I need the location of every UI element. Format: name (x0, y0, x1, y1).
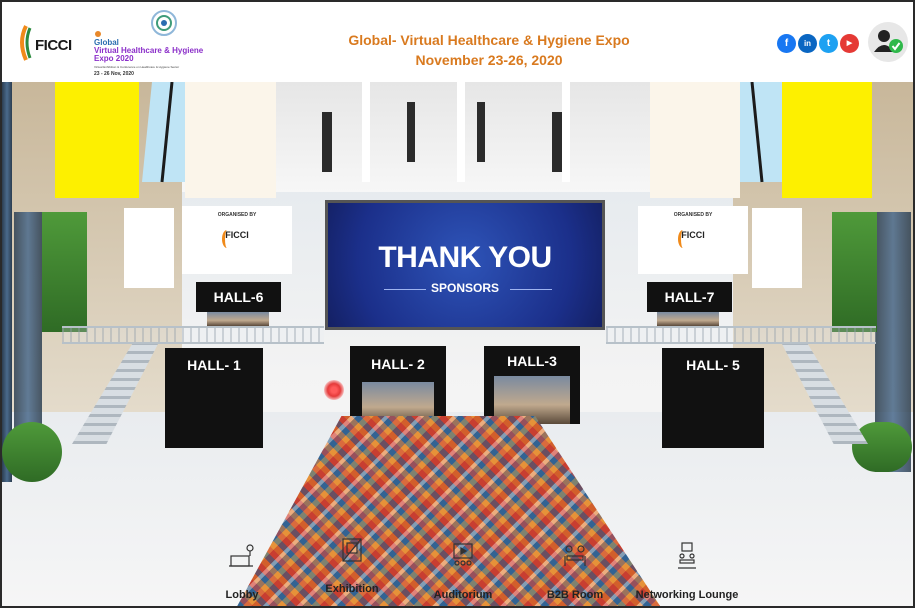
organiser-name: FICCI (681, 230, 705, 240)
app-frame: FICCI Global Virtual Healthcare & Hygien… (0, 0, 915, 608)
left-plant (42, 212, 87, 332)
linkedin-icon[interactable]: in (798, 34, 817, 53)
screen-divider-right (510, 289, 552, 290)
organised-by-board-left[interactable]: ORGANISED BY FICCI (182, 206, 292, 274)
right-yellow-banner[interactable] (782, 82, 872, 198)
networking-lounge-icon (678, 542, 696, 569)
nav-b2b-room-label: B2B Room (546, 589, 604, 601)
right-small-banner[interactable] (752, 208, 802, 288)
hall-3-label: HALL-3 (507, 353, 557, 369)
right-cream-banner[interactable] (650, 82, 740, 198)
ficci-logo-text: FICCI (35, 37, 72, 54)
left-planter (2, 422, 62, 482)
hall-6-label: HALL-6 (213, 289, 264, 305)
expo-logo-emblem (95, 10, 177, 37)
nav-lobby[interactable]: Lobby (182, 542, 302, 601)
hall-7-entrance[interactable] (657, 312, 719, 326)
exhibition-icon (342, 538, 362, 562)
right-plant (832, 212, 877, 332)
left-balcony-railing (62, 326, 324, 344)
screen-subtitle: SPONSORS (430, 281, 499, 295)
nav-auditorium[interactable]: Auditorium (403, 542, 523, 601)
sponsor-screen[interactable]: THANK YOU SPONSORS (325, 200, 605, 330)
hall-1-label: HALL- 1 (187, 357, 241, 373)
hall-7-label: HALL-7 (664, 289, 715, 305)
youtube-glyph: ▶ (846, 40, 853, 47)
hall-6-door[interactable]: HALL-6 (196, 282, 281, 312)
virtual-lobby-scene: ORGANISED BY FICCI ORGANISED BY FICCI TH… (2, 82, 913, 606)
screen-title: THANK YOU (378, 241, 552, 274)
organiser-name: FICCI (225, 230, 249, 240)
facebook-icon[interactable]: f (777, 34, 796, 53)
twitter-icon[interactable]: t (819, 34, 838, 53)
b2b-room-icon (564, 545, 586, 566)
twitter-glyph: t (826, 38, 831, 49)
nav-exhibition[interactable]: Exhibition (292, 536, 412, 595)
hall-5-door[interactable]: HALL- 5 (662, 348, 764, 448)
nav-networking-lounge[interactable]: Networking Lounge (627, 542, 747, 601)
hall-7-door[interactable]: HALL-7 (647, 282, 732, 312)
left-pillar-outer (2, 82, 12, 482)
ficci-logo[interactable]: FICCI (16, 18, 74, 66)
event-dates: November 23-26, 2020 (415, 52, 563, 68)
hall-1-door[interactable]: HALL- 1 (165, 348, 263, 448)
nav-b2b-room[interactable]: B2B Room (515, 542, 635, 601)
organised-by-label: ORGANISED BY (673, 212, 713, 218)
screen-divider-left (384, 289, 426, 290)
right-planter (852, 422, 912, 472)
expo-logo-line4: Virtual Exhibition & Conference on Healt… (94, 65, 180, 69)
organised-by-label: ORGANISED BY (217, 212, 257, 218)
left-cream-banner[interactable] (185, 82, 276, 198)
facebook-glyph: f (784, 38, 789, 49)
user-profile-button[interactable] (868, 22, 908, 62)
nav-lobby-label: Lobby (225, 589, 259, 601)
help-desk-hotspot[interactable] (324, 380, 344, 400)
header: FICCI Global Virtual Healthcare & Hygien… (2, 2, 913, 82)
linkedin-glyph: in (803, 39, 812, 48)
user-online-icon (874, 30, 903, 53)
nav-networking-lounge-label: Networking Lounge (635, 589, 739, 601)
expo-logo[interactable]: Global Virtual Healthcare & Hygiene Expo… (88, 8, 234, 82)
hall-2-label: HALL- 2 (371, 356, 425, 372)
hall-3-door[interactable]: HALL-3 (484, 346, 580, 424)
ficci-mark-icon (678, 230, 688, 248)
hall-5-label: HALL- 5 (686, 357, 740, 373)
expo-logo-dates: 23 - 26 Nov, 2020 (94, 71, 134, 77)
expo-logo-line3: Expo 2020 (94, 54, 134, 63)
left-yellow-banner[interactable] (55, 82, 139, 198)
hall-2-door[interactable]: HALL- 2 (350, 346, 446, 424)
left-small-banner[interactable] (124, 208, 174, 288)
auditorium-icon (453, 543, 473, 566)
nav-auditorium-label: Auditorium (433, 589, 493, 601)
right-balcony-railing (606, 326, 876, 344)
lobby-icon (229, 544, 254, 567)
event-title: Global- Virtual Healthcare & Hygiene Exp… (348, 32, 630, 48)
event-title-block: Global- Virtual Healthcare & Hygiene Exp… (264, 30, 714, 70)
organised-by-board-right[interactable]: ORGANISED BY FICCI (638, 206, 748, 274)
hall-6-entrance[interactable] (207, 312, 269, 326)
youtube-icon[interactable]: ▶ (840, 34, 859, 53)
nav-exhibition-label: Exhibition (325, 583, 379, 595)
ficci-mark-icon (222, 230, 232, 248)
